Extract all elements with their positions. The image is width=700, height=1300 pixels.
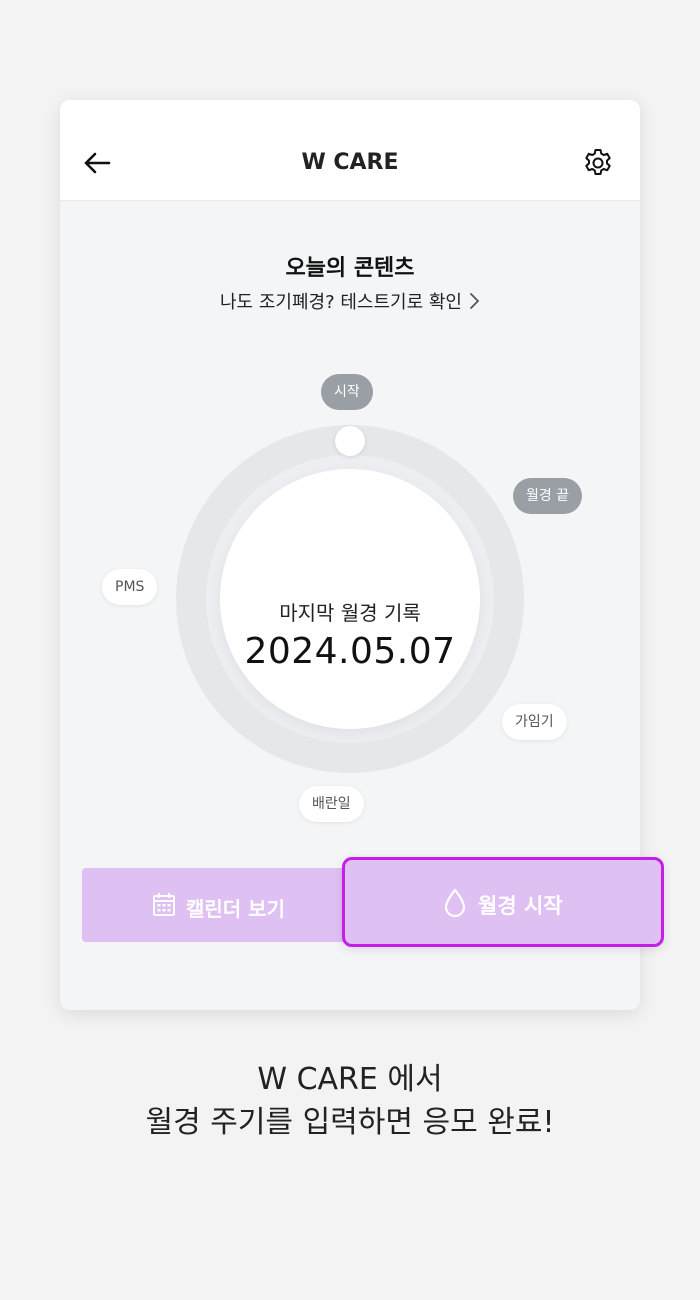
phase-pms-badge: PMS [102, 569, 158, 605]
settings-button[interactable] [582, 147, 614, 179]
chevron-right-icon [468, 292, 480, 315]
app-card: W CARE 오늘의 콘텐츠 나도 조기폐경? 테스트기로 확인 마지막 월경 … [60, 100, 664, 1010]
calendar-icon [152, 892, 176, 922]
gear-icon [585, 149, 611, 175]
drop-icon [443, 888, 467, 922]
content-link-text: 나도 조기폐경? 테스트기로 확인 [220, 292, 462, 313]
phase-period-end-badge: 월경 끝 [513, 478, 583, 514]
calendar-button[interactable]: 캘린더 보기 [82, 868, 352, 942]
last-period-label: 마지막 월경 기록 [279, 601, 421, 625]
cycle-handle[interactable] [335, 426, 365, 456]
last-period-date: 2024.05.07 [244, 631, 456, 672]
period-start-label: 월경 시작 [478, 894, 563, 918]
content-link[interactable]: 나도 조기폐경? 테스트기로 확인 [60, 288, 640, 315]
caption-line-2: 월경 주기를 입력하면 응모 완료! [145, 1105, 555, 1140]
app-header: W CARE [60, 100, 640, 201]
phase-fertile-badge: 가임기 [502, 704, 567, 740]
header-title: W CARE [301, 150, 399, 175]
phase-start-badge: 시작 [321, 374, 373, 410]
period-start-button[interactable]: 월경 시작 [342, 857, 664, 947]
phase-ovulation-badge: 배란일 [299, 786, 364, 822]
cycle-ring: 마지막 월경 기록 2024.05.07 [176, 425, 524, 773]
todays-content-title: 오늘의 콘텐츠 [285, 256, 415, 281]
cycle-center: 마지막 월경 기록 2024.05.07 [220, 469, 480, 729]
caption-line-1: W CARE 에서 [257, 1062, 443, 1097]
calendar-button-label: 캘린더 보기 [186, 897, 285, 921]
